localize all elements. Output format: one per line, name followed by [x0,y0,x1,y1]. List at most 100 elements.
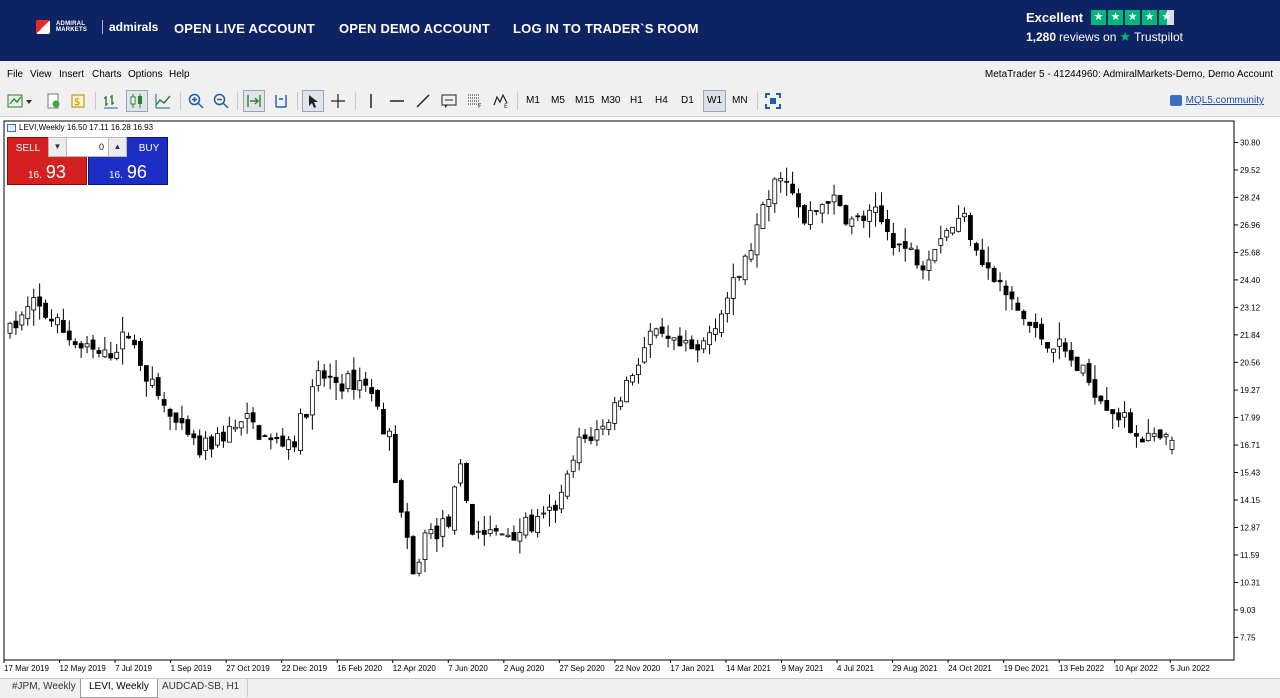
timeframe-m30[interactable]: M30 [598,90,623,112]
admirals-logo[interactable]: ADMIRAL MARKETS admirals [36,20,158,34]
menu-insert[interactable]: Insert [59,69,84,80]
candle-body [1039,323,1044,340]
login-traders-room-link[interactable]: LOG IN TO TRADER`S ROOM [513,21,699,36]
candle-body [636,364,641,376]
menu-file[interactable]: File [7,69,23,80]
candle-body [1086,363,1092,383]
timeframe-mn[interactable]: MN [729,90,751,112]
candle-body [748,250,754,260]
candle-body [511,531,517,541]
candle-body [191,433,197,439]
text-label-icon[interactable] [438,90,460,112]
candle-body [683,340,689,344]
open-demo-account-link[interactable]: OPEN DEMO ACCOUNT [339,21,490,36]
timeframe-d1[interactable]: D1 [678,90,697,112]
y-tick-label: 12.87 [1240,524,1261,533]
timeframe-h1[interactable]: H1 [627,90,646,112]
market-watch-icon[interactable]: $ [68,90,90,112]
profiles-icon[interactable] [42,90,64,112]
volume-stepper[interactable]: ▼ 0 ▲ [48,137,127,157]
candle-body [1145,432,1151,442]
candle-body [280,435,286,447]
timeframe-m5[interactable]: M5 [548,90,568,112]
x-tick-label: 7 Jun 2020 [448,664,488,673]
fibonacci-icon[interactable]: F [464,90,486,112]
candle-body [304,414,309,418]
candle-body [594,429,600,441]
candle-body [49,318,54,322]
candle-body [813,210,819,212]
candle-body [173,412,179,423]
candle-body [487,529,493,534]
chart-window-icon [7,123,16,132]
tab-levi-weekly[interactable]: LEVI, Weekly [80,679,158,698]
tab-audcad-h1[interactable]: AUDCAD-SB, H1 [154,679,249,697]
candle-body [701,340,707,350]
open-live-account-link[interactable]: OPEN LIVE ACCOUNT [174,21,315,36]
candle-body [132,339,137,346]
candle-body [7,322,13,334]
x-tick-label: 27 Oct 2019 [226,664,270,673]
candle-body [149,378,155,386]
tab-jpm-weekly[interactable]: #JPM, Weekly [4,679,85,697]
chart-shift-icon[interactable] [270,90,292,112]
new-chart-icon[interactable] [5,90,35,112]
y-tick-label: 11.59 [1240,551,1260,560]
candle-body [434,525,440,540]
auto-scroll-icon[interactable] [243,90,265,112]
trendline-icon[interactable] [412,90,434,112]
menu-charts[interactable]: Charts [92,69,121,80]
logo-divider [102,20,103,34]
candle-body [1021,310,1027,320]
candle-body [499,533,505,536]
toolbar-separator [95,92,96,110]
trustpilot-widget[interactable]: Excellent ★ ★ ★ ★ ★ 1,280 reviews on ★ T… [1026,10,1186,45]
candle-body [333,376,339,383]
menu-help[interactable]: Help [169,69,190,80]
candle-body [55,317,60,326]
zoom-out-icon[interactable] [210,90,232,112]
candle-body [221,431,226,442]
candle-body [102,349,108,358]
sell-price-big: 93 [45,162,66,182]
candle-body [730,277,736,299]
volume-input[interactable]: 0 [67,138,108,156]
candle-body [968,215,973,240]
timeframe-m1[interactable]: M1 [523,90,543,112]
fullscreen-icon[interactable] [762,90,784,112]
horizontal-line-icon[interactable] [386,90,408,112]
cursor-icon[interactable] [302,90,324,112]
candle-body [309,386,315,416]
volume-decrease-icon[interactable]: ▼ [49,138,67,156]
timeframe-m15[interactable]: M15 [572,90,597,112]
chart-window[interactable]: 30.80 29.52 28.24 26.96 25.68 24.40 23.12 21.84… [0,118,1280,678]
line-chart-icon[interactable] [152,90,174,112]
x-tick-label: 10 Apr 2022 [1115,664,1159,673]
candle-body [1134,433,1139,437]
chart-tabs: #JPM, Weekly LEVI, Weekly AUDCAD-SB, H1 [0,678,1280,698]
mql5-community-link[interactable]: MQL5.community [1169,95,1264,106]
mql5-icon [1169,95,1182,106]
bar-chart-icon[interactable] [100,90,122,112]
candle-body [1027,321,1033,326]
candle-body [286,439,292,450]
vertical-line-icon[interactable] [360,90,382,112]
candle-body [547,506,552,511]
timeframe-h4[interactable]: H4 [652,90,671,112]
chart-header-text: LEVI,Weekly 16.50 17.11 16.28 16.93 [19,123,154,132]
elliott-wave-icon[interactable]: E [490,90,512,112]
trustpilot-reviews-text: reviews on [1059,30,1117,44]
candle-body [825,201,831,204]
y-tick-label: 24.40 [1240,276,1261,285]
candle-body [802,205,807,224]
candlestick-chart[interactable]: 30.80 29.52 28.24 26.96 25.68 24.40 23.12 21.84… [0,118,1280,678]
crosshair-icon[interactable] [327,90,349,112]
candle-body [428,529,434,535]
zoom-in-icon[interactable] [185,90,207,112]
candlestick-chart-icon[interactable] [126,90,148,112]
menu-view[interactable]: View [30,69,52,80]
menu-options[interactable]: Options [128,69,162,80]
timeframe-w1[interactable]: W1 [703,90,726,112]
sell-label: SELL [15,143,41,154]
volume-increase-icon[interactable]: ▲ [108,138,126,156]
